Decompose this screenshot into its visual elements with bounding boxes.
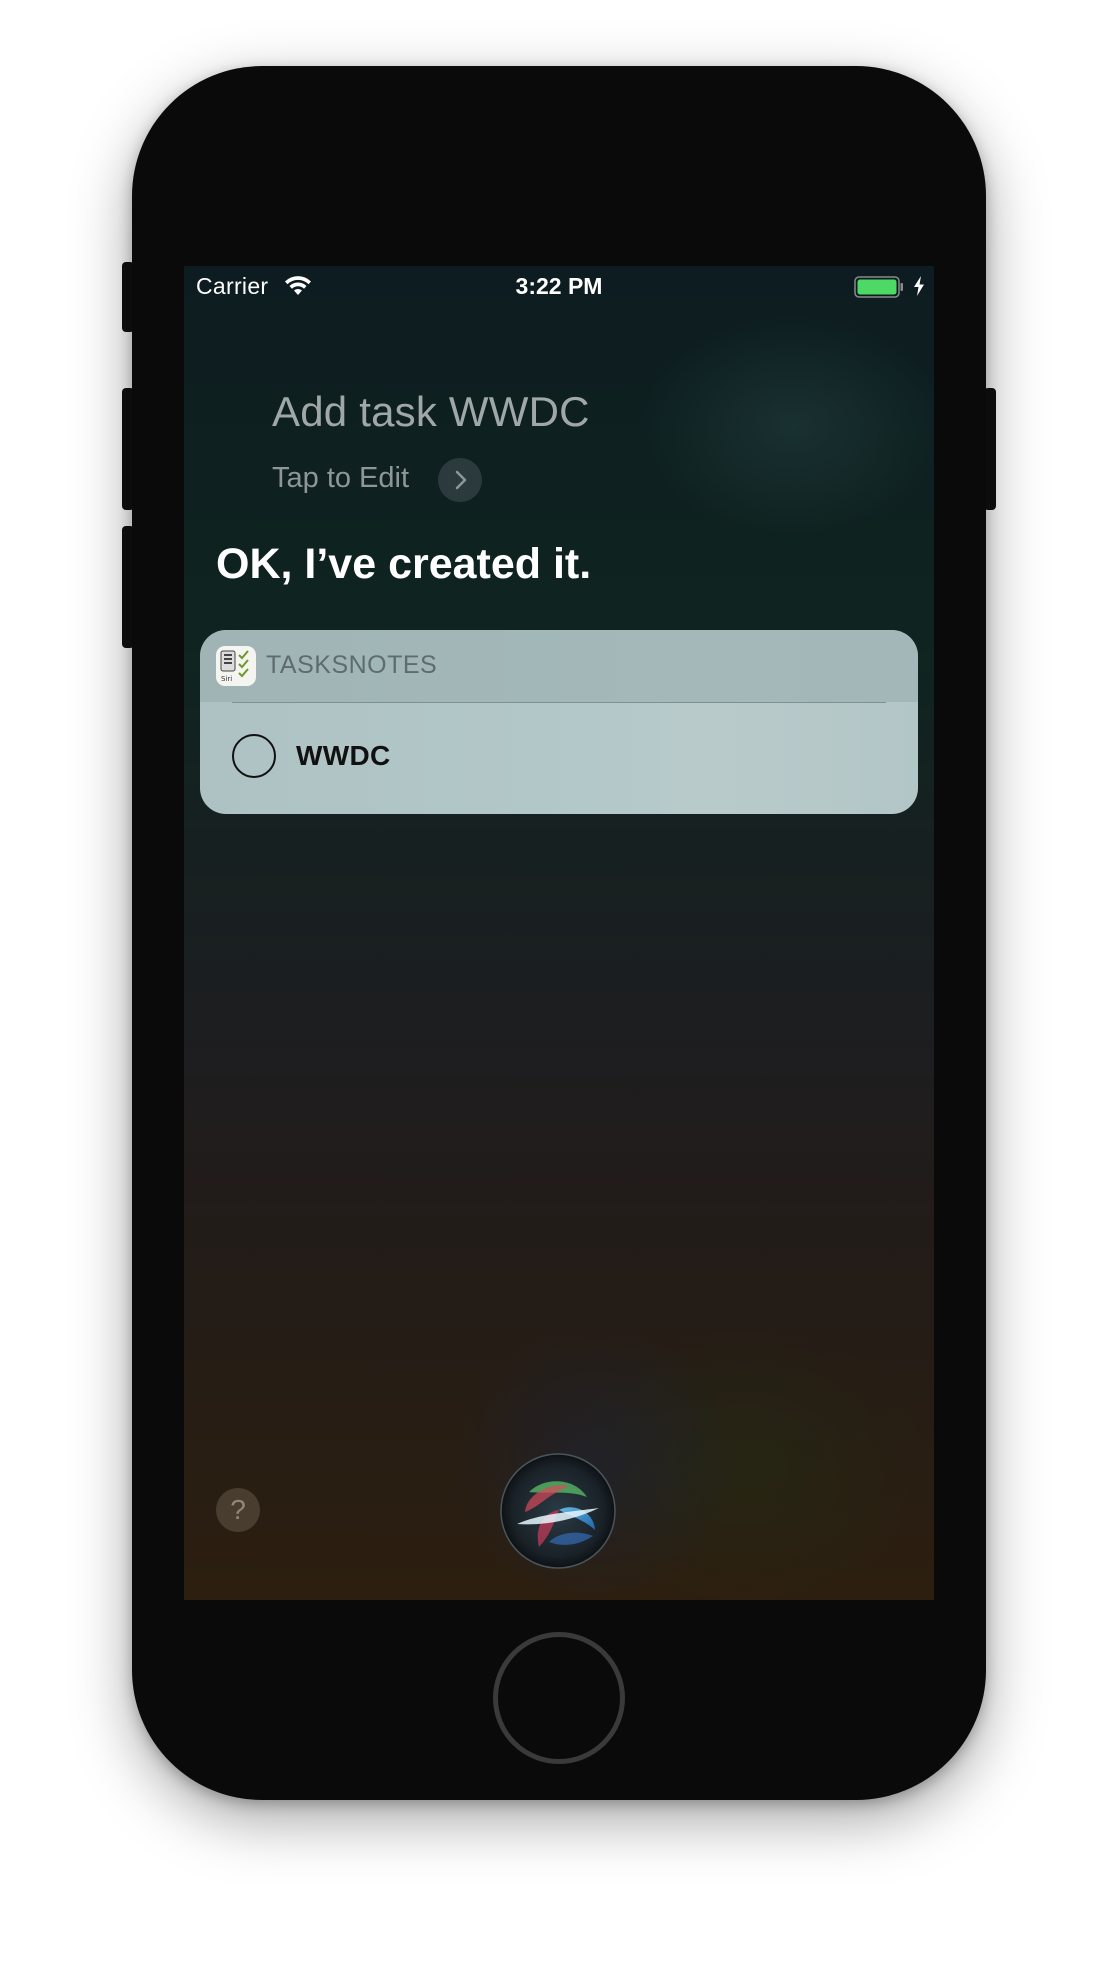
siri-orb-icon[interactable] — [499, 1452, 617, 1570]
battery-full-icon — [854, 276, 903, 298]
status-bar: Carrier 3:22 PM — [184, 266, 934, 310]
charging-bolt-icon — [914, 276, 924, 296]
status-time: 3:22 PM — [515, 273, 603, 299]
tap-to-edit-link[interactable]: Tap to Edit — [272, 462, 409, 495]
chevron-right-icon[interactable] — [438, 458, 482, 502]
snippet-header: Siri TASKSNOTES — [200, 630, 918, 702]
app-name-label: TASKSNOTES — [266, 651, 438, 679]
siri-response-text: OK, I’ve created it. — [216, 540, 592, 588]
task-snippet-card[interactable]: Siri TASKSNOTES WWDC — [200, 630, 918, 814]
tasksnotes-app-icon: Siri — [216, 646, 256, 686]
circle-checkbox-icon[interactable] — [232, 734, 276, 778]
siri-query-text[interactable]: Add task WWDC — [272, 388, 590, 436]
home-button[interactable] — [493, 1632, 625, 1764]
snippet-divider — [232, 702, 886, 703]
siri-screen: Carrier 3:22 PM Add task WWDC Tap to Edi… — [184, 266, 934, 1600]
app-icon-text: Siri — [221, 675, 232, 683]
device-mockup: Carrier 3:22 PM Add task WWDC Tap to Edi… — [0, 0, 1118, 1962]
task-title: WWDC — [296, 740, 391, 771]
help-button[interactable]: ? — [216, 1488, 260, 1532]
